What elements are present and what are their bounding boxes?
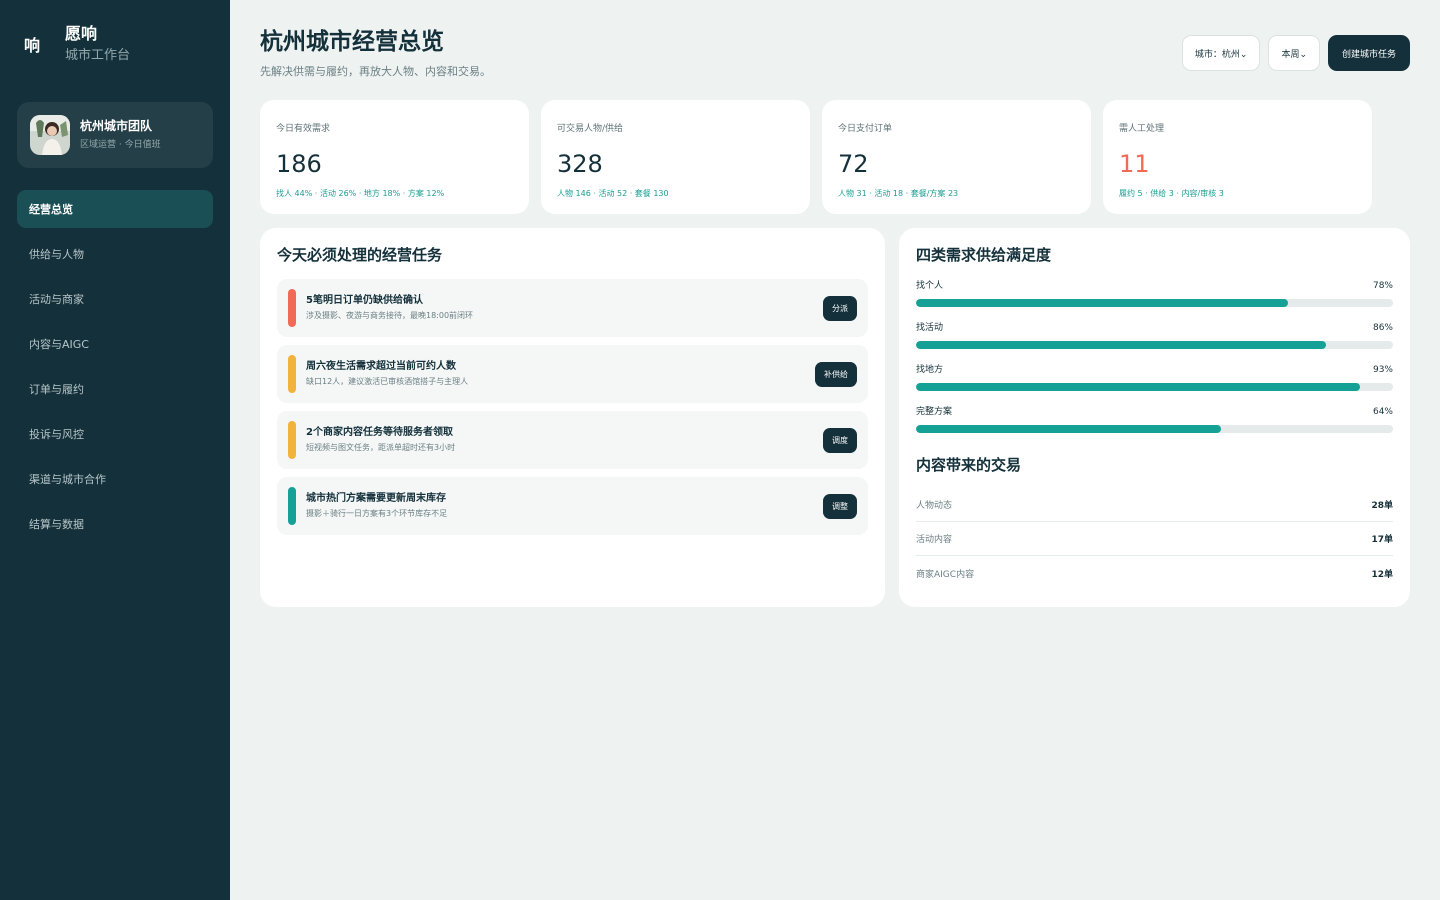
progress-row: 找个人 78% (916, 280, 1393, 322)
progress-track (916, 425, 1393, 433)
stat-detail: 人物 31 · 活动 18 · 套餐/方案 23 (838, 189, 959, 198)
task-list: 5笔明日订单仍缺供给确认 涉及摄影、夜游与商务接待，最晚18:00前闭环 分派 … (277, 279, 868, 543)
bar-percent: 78% (1372, 281, 1393, 291)
bar-label: 找活动 (916, 323, 944, 333)
task-title: 2个商家内容任务等待服务者领取 (306, 427, 453, 438)
bar-percent: 93% (1372, 365, 1393, 375)
dispatch-button[interactable]: 调度 (823, 428, 857, 453)
task-title: 城市热门方案需要更新周末库存 (306, 493, 446, 504)
period-select[interactable]: 本周⌄ (1268, 35, 1320, 71)
stat-card-orders: 今日支付订单 72 人物 31 · 活动 18 · 套餐/方案 23 (822, 100, 1091, 214)
toolbar: 城市：杭州⌄ 本周⌄ 创建城市任务 (1181, 35, 1410, 71)
supply-panel: 四类需求供给满足度 找个人 78% 找活动 86% 找地方 93% 完整方案 6… (899, 228, 1410, 607)
adjust-button[interactable]: 调整 (823, 494, 857, 519)
task-desc: 缺口12人，建议激活已审核酒馆搭子与主理人 (306, 377, 469, 386)
supply-bars: 找个人 78% 找活动 86% 找地方 93% 完整方案 64% (916, 280, 1393, 448)
stat-card-supply: 可交易人物/供给 328 人物 146 · 活动 52 · 套餐 130 (541, 100, 810, 214)
add-supply-button[interactable]: 补供给 (815, 362, 857, 387)
progress-fill (916, 425, 1222, 433)
brand-name: 愿响 (65, 24, 98, 43)
tx-name: 活动内容 (916, 535, 953, 545)
city-select[interactable]: 城市：杭州⌄ (1181, 35, 1261, 71)
stat-label: 今日有效需求 (276, 124, 331, 134)
table-row: 商家AIGC内容 12单 (916, 556, 1393, 590)
progress-track (916, 299, 1393, 307)
bar-label: 找地方 (916, 365, 944, 375)
priority-indicator (288, 487, 296, 525)
tx-value: 28单 (1371, 501, 1393, 511)
task-title: 5笔明日订单仍缺供给确认 (306, 295, 423, 306)
sidebar-item-events[interactable]: 活动与商家 (17, 280, 213, 318)
progress-row: 找地方 93% (916, 364, 1393, 406)
sidebar-item-orders[interactable]: 订单与履约 (17, 370, 213, 408)
table-row: 人物动态 28单 (916, 488, 1393, 522)
stat-value: 328 (557, 150, 603, 178)
stat-label: 今日支付订单 (838, 124, 893, 134)
sidebar-item-overview[interactable]: 经营总览 (17, 190, 213, 228)
priority-indicator (288, 289, 296, 327)
stat-card-manual: 需人工处理 11 履约 5 · 供给 3 · 内容/审核 3 (1103, 100, 1372, 214)
progress-track (916, 341, 1393, 349)
page-title: 杭州城市经营总览 (260, 29, 444, 55)
task-desc: 涉及摄影、夜游与商务接待，最晚18:00前闭环 (306, 311, 474, 320)
transactions-title: 内容带来的交易 (916, 456, 1022, 474)
table-row: 活动内容 17单 (916, 522, 1393, 556)
bar-percent: 86% (1372, 323, 1393, 333)
sidebar-item-supply[interactable]: 供给与人物 (17, 235, 213, 273)
tasks-title: 今天必须处理的经营任务 (277, 246, 443, 264)
stat-label: 需人工处理 (1119, 124, 1165, 134)
list-item: 5笔明日订单仍缺供给确认 涉及摄影、夜游与商务接待，最晚18:00前闭环 分派 (277, 279, 868, 337)
stats-row: 今日有效需求 186 找人 44% · 活动 26% · 地方 18% · 方案… (260, 100, 1372, 214)
tx-name: 商家AIGC内容 (916, 569, 975, 580)
progress-fill (916, 341, 1327, 349)
stat-detail: 找人 44% · 活动 26% · 地方 18% · 方案 12% (276, 189, 445, 198)
tasks-panel: 今天必须处理的经营任务 5笔明日订单仍缺供给确认 涉及摄影、夜游与商务接待，最晚… (260, 228, 885, 607)
avatar (30, 115, 70, 155)
team-subtitle: 区域运营 · 今日值班 (80, 140, 161, 150)
list-item: 城市热门方案需要更新周末库存 摄影＋骑行一日方案有3个环节库存不足 调整 (277, 477, 868, 535)
brand-logo: 响 (24, 36, 41, 55)
sidebar: 响 愿响 城市工作台 杭州城市团队 区域运营 · 今日值班 经营总览 供给与人物… (0, 0, 230, 900)
sidebar-item-settlement[interactable]: 结算与数据 (17, 505, 213, 543)
priority-indicator (288, 421, 296, 459)
transactions-list: 人物动态 28单 活动内容 17单 商家AIGC内容 12单 (916, 488, 1393, 590)
brand-subtitle: 城市工作台 (65, 48, 131, 63)
bar-percent: 64% (1372, 407, 1393, 417)
stat-label: 可交易人物/供给 (557, 124, 624, 134)
stat-value: 186 (276, 150, 322, 178)
team-card[interactable]: 杭州城市团队 区域运营 · 今日值班 (17, 102, 213, 168)
task-title: 周六夜生活需求超过当前可约人数 (306, 361, 456, 372)
list-item: 2个商家内容任务等待服务者领取 短视频与图文任务，距派单超时还有3小时 调度 (277, 411, 868, 469)
supply-title: 四类需求供给满足度 (916, 246, 1052, 264)
assign-button[interactable]: 分派 (823, 296, 857, 321)
sidebar-item-complaints[interactable]: 投诉与风控 (17, 415, 213, 453)
bar-label: 找个人 (916, 281, 944, 291)
sidebar-item-content[interactable]: 内容与AIGC (17, 325, 213, 363)
progress-fill (916, 383, 1360, 391)
brand: 响 愿响 城市工作台 (24, 22, 130, 66)
bar-label: 完整方案 (916, 407, 953, 417)
create-city-task-button[interactable]: 创建城市任务 (1327, 35, 1410, 71)
priority-indicator (288, 355, 296, 393)
progress-row: 完整方案 64% (916, 406, 1393, 448)
tx-value: 12单 (1371, 569, 1393, 580)
stat-value: 11 (1119, 150, 1150, 178)
page-subtitle: 先解决供需与履约，再放大人物、内容和交易。 (260, 65, 491, 78)
sidebar-item-channels[interactable]: 渠道与城市合作 (17, 460, 213, 498)
sidebar-nav: 经营总览 供给与人物 活动与商家 内容与AIGC 订单与履约 投诉与风控 渠道与… (17, 190, 213, 550)
task-desc: 短视频与图文任务，距派单超时还有3小时 (306, 443, 456, 452)
tx-name: 人物动态 (916, 501, 953, 511)
progress-row: 找活动 86% (916, 322, 1393, 364)
progress-track (916, 383, 1393, 391)
stat-value: 72 (838, 150, 869, 178)
task-desc: 摄影＋骑行一日方案有3个环节库存不足 (306, 509, 448, 518)
stat-detail: 履约 5 · 供给 3 · 内容/审核 3 (1119, 189, 1224, 198)
list-item: 周六夜生活需求超过当前可约人数 缺口12人，建议激活已审核酒馆搭子与主理人 补供… (277, 345, 868, 403)
stat-card-demand: 今日有效需求 186 找人 44% · 活动 26% · 地方 18% · 方案… (260, 100, 529, 214)
progress-fill (916, 299, 1289, 307)
main-content: 杭州城市经营总览 先解决供需与履约，再放大人物、内容和交易。 城市：杭州⌄ 本周… (230, 0, 1440, 900)
tx-value: 17单 (1371, 535, 1393, 545)
team-name: 杭州城市团队 (80, 119, 153, 133)
stat-detail: 人物 146 · 活动 52 · 套餐 130 (557, 189, 669, 198)
